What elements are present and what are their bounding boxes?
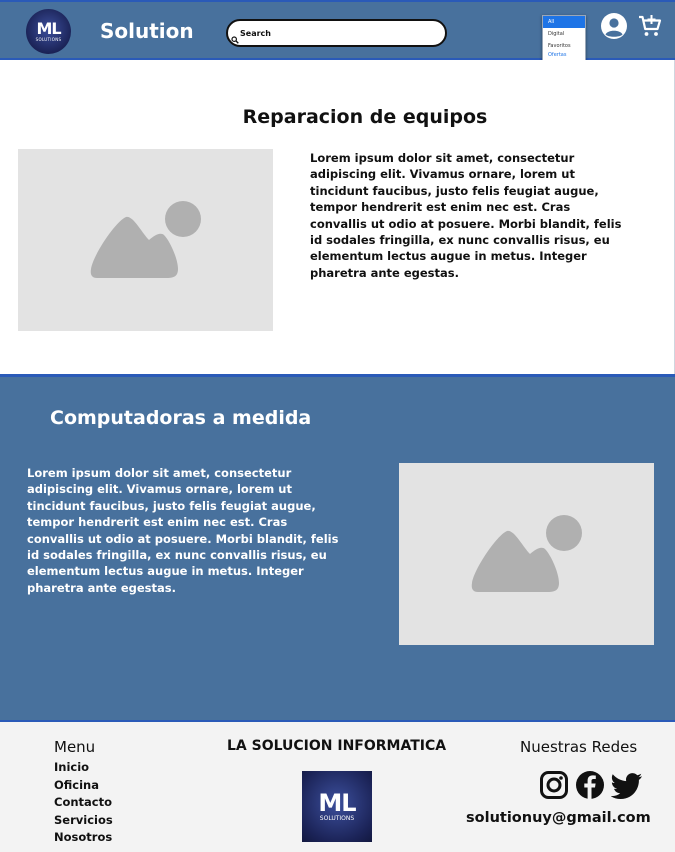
section-description: Lorem ipsum dolor sit amet, consectetur …: [310, 151, 622, 280]
footer-link-oficina[interactable]: Oficina: [54, 777, 113, 795]
image-placeholder-icon: [90, 201, 201, 278]
section-title: Computadoras a medida: [50, 407, 312, 429]
section-reparacion: Reparacion de equipos Lorem ipsum dolor …: [0, 60, 675, 374]
dropdown-option-favoritos[interactable]: Favoritos: [543, 40, 585, 52]
twitter-icon[interactable]: [610, 770, 643, 800]
search-input[interactable]: [240, 28, 430, 38]
search-icon: [231, 29, 239, 44]
social-title: Nuestras Redes: [520, 738, 638, 756]
image-placeholder-icon: [471, 515, 582, 592]
footer-link-servicios[interactable]: Servicios: [54, 812, 113, 830]
brand-logo[interactable]: ML SOLUTIONS: [26, 9, 71, 54]
logo-mark: ML: [36, 19, 61, 38]
footer-link-contacto[interactable]: Contacto: [54, 794, 113, 812]
section-title: Reparacion de equipos: [242, 106, 488, 128]
image-placeholder: [18, 149, 273, 331]
dropdown-option-all[interactable]: All: [543, 16, 585, 28]
company-name: LA SOLUCION INFORMATICA: [227, 738, 447, 754]
instagram-icon[interactable]: [539, 770, 569, 800]
image-placeholder: [399, 463, 654, 645]
search-bar[interactable]: [226, 19, 447, 47]
section-description: Lorem ipsum dolor sit amet, consectetur …: [27, 466, 339, 595]
logo-mark: ML: [318, 788, 356, 817]
dropdown-option-digital[interactable]: Digital: [543, 28, 585, 40]
footer-link-nosotros[interactable]: Nosotros: [54, 829, 113, 847]
footer-menu: Inicio Oficina Contacto Servicios Nosotr…: [54, 759, 113, 847]
brand-name[interactable]: Solution: [100, 19, 194, 43]
logo-subtext: SOLUTIONS: [319, 814, 355, 822]
logo-subtext: SOLUTIONS: [35, 37, 62, 42]
top-navbar: ML SOLUTIONS Solution All Digital Favori…: [0, 0, 675, 67]
footer-menu-title: Menu: [54, 738, 96, 756]
dropdown-option-ofertas[interactable]: Ofertas: [543, 52, 585, 58]
add-to-cart-icon[interactable]: [638, 14, 662, 38]
site-footer: Menu Inicio Oficina Contacto Servicios N…: [0, 722, 675, 852]
facebook-icon[interactable]: [575, 770, 605, 800]
section-computadoras: Computadoras a medida Lorem ipsum dolor …: [0, 374, 675, 722]
user-account-icon[interactable]: [600, 12, 628, 40]
footer-link-inicio[interactable]: Inicio: [54, 759, 113, 777]
footer-logo: ML SOLUTIONS: [302, 771, 372, 842]
contact-email[interactable]: solutionuy@gmail.com: [466, 810, 651, 826]
